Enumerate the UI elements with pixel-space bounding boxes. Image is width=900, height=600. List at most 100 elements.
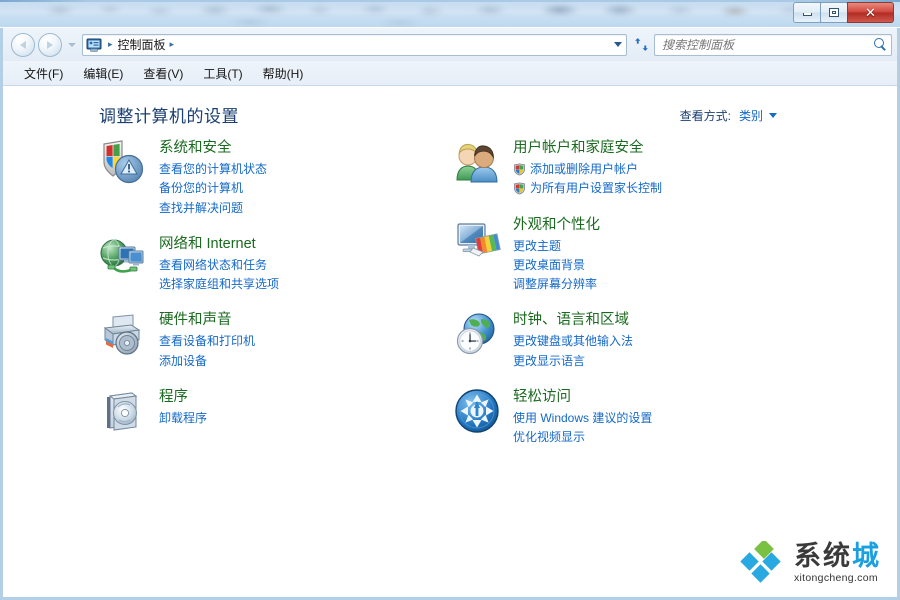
close-button[interactable]: ✕ [847,2,894,23]
breadcrumb-control-panel[interactable]: 控制面板 [118,36,166,53]
address-bar[interactable]: ▸ 控制面板 ▸ [82,34,627,56]
xitongcheng-logo-icon [740,541,788,585]
search-box[interactable] [654,34,892,56]
watermark-name-part1: 系统 [794,541,852,571]
watermark-domain: xitongcheng.com [794,572,881,584]
search-input[interactable] [662,38,874,52]
category-link[interactable]: 更改显示语言 [513,352,633,371]
category-title[interactable]: 外观和个性化 [513,216,600,234]
ease-of-access-icon [453,387,501,435]
category-appearance-and-personalization: 外观和个性化 更改主题 更改桌面背景 调整屏幕分辨率 [453,215,803,295]
category-link[interactable]: 调整屏幕分辨率 [513,275,600,294]
chevron-down-icon [68,43,76,47]
view-by-control[interactable]: 查看方式: 类别 [680,107,777,124]
chevron-down-icon [614,42,622,47]
category-body: 程序 卸载程序 [159,387,207,435]
category-body: 轻松访问 使用 Windows 建议的设置 优化视频显示 [513,387,652,448]
window-controls: ✕ [794,2,894,23]
security-shield-icon [99,138,147,186]
menu-item-view[interactable]: 查看(V) [134,63,192,84]
network-globe-icon [99,234,147,282]
address-dropdown-button[interactable] [614,35,622,55]
breadcrumb-separator-1: ▸ [108,40,113,49]
category-programs: 程序 卸载程序 [99,387,449,435]
window-chrome: ▸ 控制面板 ▸ 文件(F) 编辑(E) 查看(V) [0,28,900,600]
category-columns: 系统和安全 查看您的计算机状态 备份您的计算机 查找并解决问题 [3,138,897,463]
category-link[interactable]: 查看网络状态和任务 [159,256,279,275]
category-column-right: 用户帐户和家庭安全 [453,138,803,463]
link-label: 添加设备 [159,352,207,371]
close-icon: ✕ [865,6,876,19]
category-title[interactable]: 系统和安全 [159,139,267,157]
menu-item-tools[interactable]: 工具(T) [194,63,251,84]
category-title[interactable]: 用户帐户和家庭安全 [513,139,662,157]
category-title[interactable]: 硬件和声音 [159,311,255,329]
menu-bar: 文件(F) 编辑(E) 查看(V) 工具(T) 帮助(H) [3,61,897,86]
category-link[interactable]: 备份您的计算机 [159,179,267,198]
watermark-text: 系统城 xitongcheng.com [794,543,881,584]
content-header: 调整计算机的设置 查看方式: 类别 [3,86,897,138]
menu-item-edit[interactable]: 编辑(E) [74,63,132,84]
category-link[interactable]: 更改键盘或其他输入法 [513,332,633,351]
link-label: 添加或删除用户帐户 [530,160,638,179]
link-label: 更改主题 [513,237,561,256]
minimize-icon [803,13,812,16]
maximize-button[interactable] [820,2,848,23]
category-link[interactable]: 查看设备和打印机 [159,332,255,351]
link-label: 查找并解决问题 [159,199,243,218]
category-title[interactable]: 网络和 Internet [159,235,279,253]
link-label: 更改键盘或其他输入法 [513,332,633,351]
category-link[interactable]: 查找并解决问题 [159,199,267,218]
view-by-label: 查看方式: [680,107,731,124]
link-label: 备份您的计算机 [159,179,243,198]
menu-item-help[interactable]: 帮助(H) [254,63,313,84]
link-label: 更改桌面背景 [513,256,585,275]
link-label: 查看网络状态和任务 [159,256,267,275]
category-network-and-internet: 网络和 Internet 查看网络状态和任务 选择家庭组和共享选项 [99,234,449,295]
category-link[interactable]: 为所有用户设置家长控制 [513,179,662,198]
breadcrumb-separator-2[interactable]: ▸ [170,40,175,49]
clock-globe-icon [453,310,501,358]
category-link[interactable]: 更改桌面背景 [513,256,600,275]
link-label: 优化视频显示 [513,428,585,447]
category-link[interactable]: 优化视频显示 [513,428,652,447]
content-area: 调整计算机的设置 查看方式: 类别 [3,86,897,597]
category-link[interactable]: 更改主题 [513,237,600,256]
back-arrow-icon [20,41,26,49]
link-label: 查看设备和打印机 [159,332,255,351]
uac-shield-icon [513,182,526,195]
category-body: 外观和个性化 更改主题 更改桌面背景 调整屏幕分辨率 [513,215,600,295]
search-icon [874,38,887,51]
category-title[interactable]: 轻松访问 [513,388,652,406]
link-label: 更改显示语言 [513,352,585,371]
category-body: 时钟、语言和区域 更改键盘或其他输入法 更改显示语言 [513,310,633,371]
refresh-button[interactable] [628,34,654,56]
category-hardware-and-sound: 硬件和声音 查看设备和打印机 添加设备 [99,310,449,371]
printer-device-icon [99,310,147,358]
minimize-button[interactable] [793,2,821,23]
category-link[interactable]: 选择家庭组和共享选项 [159,275,279,294]
control-panel-icon [86,37,102,53]
category-link[interactable]: 使用 Windows 建议的设置 [513,409,652,428]
category-title[interactable]: 时钟、语言和区域 [513,311,633,329]
category-link[interactable]: 查看您的计算机状态 [159,160,267,179]
recent-locations-button[interactable] [66,33,77,57]
watermark-name-part2: 城 [852,541,881,571]
menu-item-file[interactable]: 文件(F) [15,63,72,84]
site-watermark: 系统城 xitongcheng.com [740,541,881,585]
back-button[interactable] [11,33,35,57]
category-system-and-security: 系统和安全 查看您的计算机状态 备份您的计算机 查找并解决问题 [99,138,449,218]
chevron-down-icon [769,113,777,118]
uac-shield-icon [513,163,526,176]
category-title[interactable]: 程序 [159,388,207,406]
category-clock-language-and-region: 时钟、语言和区域 更改键盘或其他输入法 更改显示语言 [453,310,803,371]
link-label: 为所有用户设置家长控制 [530,179,662,198]
title-bar[interactable]: ✕ [0,0,900,28]
category-link[interactable]: 添加或删除用户帐户 [513,160,662,179]
category-link[interactable]: 添加设备 [159,352,255,371]
category-link[interactable]: 卸载程序 [159,409,207,428]
maximize-icon [829,8,839,17]
forward-button[interactable] [38,33,62,57]
category-body: 用户帐户和家庭安全 [513,138,662,199]
view-by-value[interactable]: 类别 [739,107,763,124]
